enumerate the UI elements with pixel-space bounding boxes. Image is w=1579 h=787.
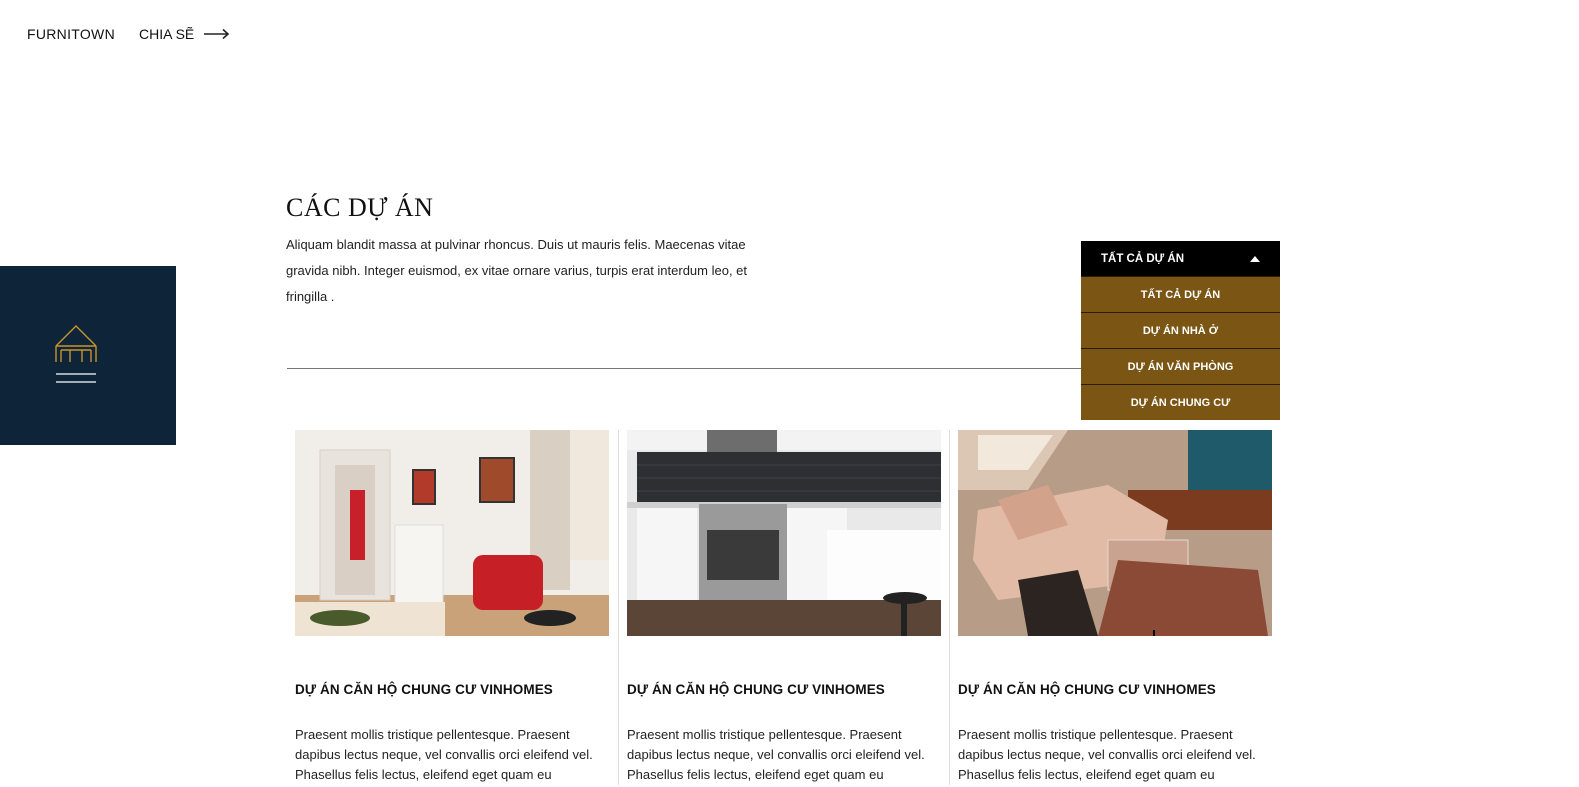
project-description: Praesent mollis tristique pellentesque. … xyxy=(295,727,593,782)
project-description: Praesent mollis tristique pellentesque. … xyxy=(958,727,1256,782)
project-card[interactable]: DỰ ÁN CĂN HỘ CHUNG CƯ VINHOMES Praesent … xyxy=(287,430,618,785)
project-description: Praesent mollis tristique pellentesque. … xyxy=(627,727,925,782)
project-title[interactable]: DỰ ÁN CĂN HỘ CHUNG CƯ VINHOMES xyxy=(627,682,941,697)
project-title[interactable]: DỰ ÁN CĂN HỘ CHUNG CƯ VINHOMES xyxy=(295,682,610,697)
share-link[interactable]: CHIA SẼ xyxy=(139,26,230,42)
filter-option-residential[interactable]: DỰ ÁN NHÀ Ở xyxy=(1081,312,1280,348)
filter-selected-label: TẤT CẢ DỰ ÁN xyxy=(1101,252,1185,265)
filter-toggle[interactable]: TẤT CẢ DỰ ÁN xyxy=(1081,241,1280,276)
kitchen-illustration xyxy=(627,430,941,636)
project-card[interactable]: DỰ ÁN CĂN HỘ CHUNG CƯ VINHOMES Praesent … xyxy=(949,430,1280,785)
project-image-living-room[interactable] xyxy=(295,430,609,636)
project-title[interactable]: DỰ ÁN CĂN HỘ CHUNG CƯ VINHOMES xyxy=(958,682,1272,697)
page-title: CÁC DỰ ÁN xyxy=(286,193,434,222)
filter-option-apartment[interactable]: DỰ ÁN CHUNG CƯ xyxy=(1081,384,1280,420)
side-logo-panel[interactable] xyxy=(0,266,176,445)
house-logo-icon xyxy=(55,325,97,383)
intro-text: Aliquam blandit massa at pulvinar rhoncu… xyxy=(286,237,748,304)
project-image-lounge[interactable] xyxy=(958,430,1272,636)
project-grid: DỰ ÁN CĂN HỘ CHUNG CƯ VINHOMES Praesent … xyxy=(287,430,1280,785)
section-divider xyxy=(287,368,1081,369)
share-label: CHIA SẼ xyxy=(139,26,195,42)
filter-option-office[interactable]: DỰ ÁN VĂN PHÒNG xyxy=(1081,348,1280,384)
lounge-illustration xyxy=(958,430,1272,636)
filter-option-all[interactable]: TẤT CẢ DỰ ÁN xyxy=(1081,276,1280,312)
living-room-illustration xyxy=(295,430,609,636)
top-bar: FURNITOWN CHIA SẼ xyxy=(27,26,230,42)
brand-name[interactable]: FURNITOWN xyxy=(27,26,115,42)
caret-up-icon xyxy=(1250,255,1260,262)
project-image-kitchen[interactable] xyxy=(627,430,941,636)
project-card[interactable]: DỰ ÁN CĂN HỘ CHUNG CƯ VINHOMES Praesent … xyxy=(618,430,949,785)
arrow-right-icon xyxy=(204,28,230,40)
project-filter-dropdown: TẤT CẢ DỰ ÁN TẤT CẢ DỰ ÁN DỰ ÁN NHÀ Ở DỰ… xyxy=(1081,241,1280,420)
